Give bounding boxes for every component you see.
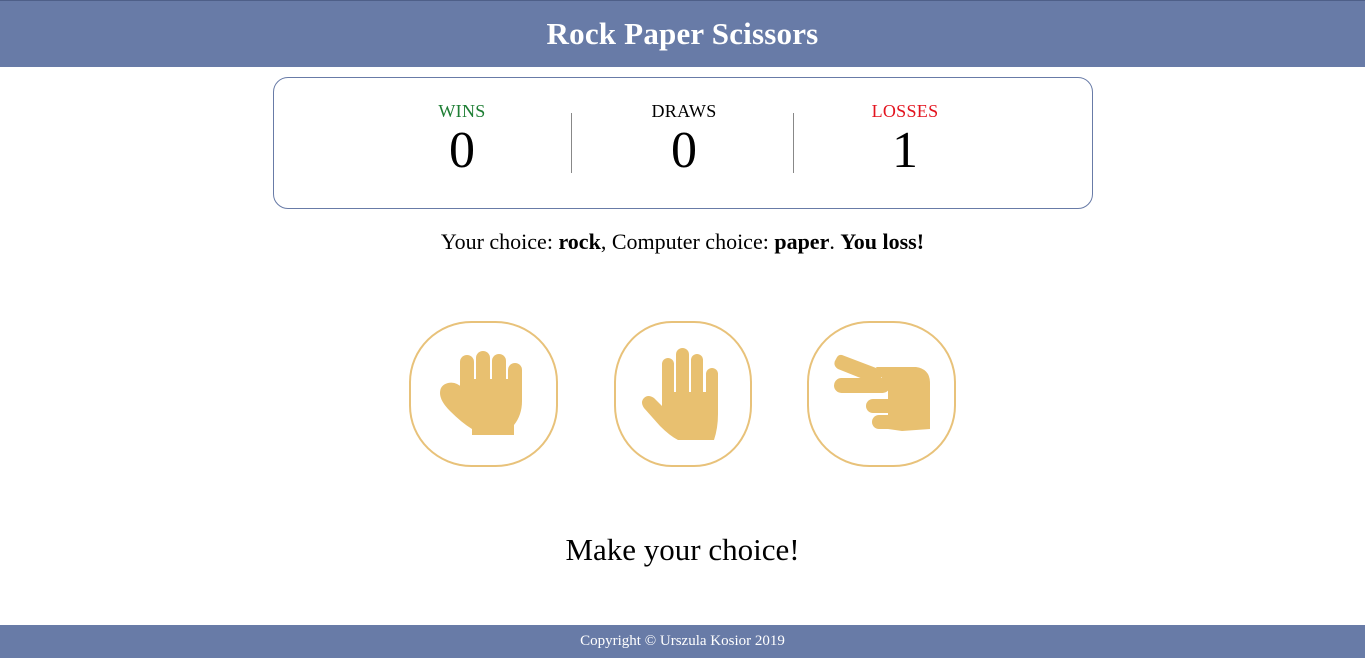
scissors-button[interactable]: [807, 321, 956, 467]
fist-hand-icon: [439, 351, 522, 435]
computer-choice-value: paper: [774, 229, 830, 254]
page-footer: Copyright © Urszula Kosior 2019: [0, 625, 1365, 658]
choice-prompt: Make your choice!: [565, 532, 800, 567]
draws-value: 0: [671, 122, 697, 179]
scissors-hand-icon: [833, 354, 930, 431]
score-divider: [793, 113, 794, 173]
score-divider: [571, 113, 572, 173]
scoreboard: WINS 0 DRAWS 0 LOSSES 1: [273, 77, 1093, 209]
draws-label: DRAWS: [651, 101, 717, 121]
losses-label: LOSSES: [871, 101, 939, 121]
your-choice-label: Your choice:: [440, 229, 559, 254]
losses-counter: LOSSES 1: [825, 100, 985, 179]
wins-label: WINS: [438, 101, 486, 121]
round-outcome: You loss!: [840, 229, 925, 254]
result-separator: .: [829, 229, 841, 254]
losses-value: 1: [892, 122, 918, 179]
page-title: Rock Paper Scissors: [546, 16, 819, 51]
copyright-text: Copyright © Urszula Kosior 2019: [580, 633, 785, 649]
rock-button[interactable]: [409, 321, 558, 467]
round-result: Your choice: rock, Computer choice: pape…: [0, 228, 1365, 256]
draws-counter: DRAWS 0: [604, 100, 764, 179]
wins-counter: WINS 0: [382, 100, 542, 179]
open-hand-icon: [642, 348, 718, 440]
computer-choice-label: , Computer choice:: [600, 229, 775, 254]
app-header: Rock Paper Scissors: [0, 0, 1365, 67]
paper-button[interactable]: [614, 321, 752, 467]
your-choice-value: rock: [558, 229, 601, 254]
wins-value: 0: [449, 122, 475, 179]
